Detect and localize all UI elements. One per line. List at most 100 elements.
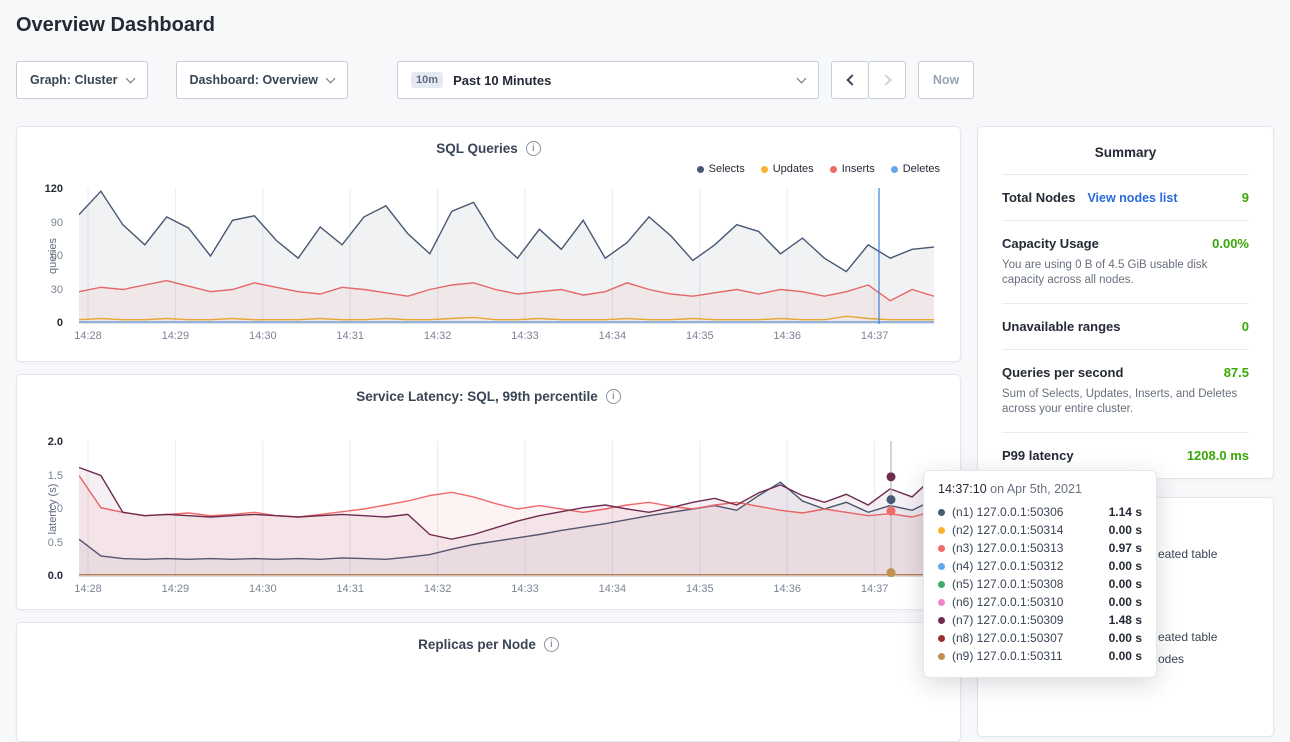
x-tick-label: 14:31 [320,330,380,342]
tooltip-row: (n7) 127.0.0.1:50309 1.48 s [938,611,1142,629]
y-axis-ticks: 0.00.51.01.52.0 [17,441,71,577]
p99-latency-value: 1208.0 ms [1187,448,1249,463]
y-tick-label: 0.0 [17,570,63,582]
time-range-badge: 10m [411,72,443,88]
dashboard-dropdown-label: Dashboard: Overview [190,73,319,87]
sql-queries-chart-panel: SQL Queries i Selects Updates Inserts Delet… [16,126,961,362]
y-tick-label: 2.0 [17,436,63,448]
node-color-dot [938,635,945,642]
chevron-right-icon [880,74,891,85]
node-latency-value: 0.00 s [1109,523,1142,537]
graph-dropdown[interactable]: Graph: Cluster [16,61,148,99]
node-latency-value: 0.00 s [1109,649,1142,663]
time-prev-button[interactable] [831,61,869,99]
legend-item-deletes: Deletes [891,163,940,175]
tooltip-row: (n3) 127.0.0.1:50313 0.97 s [938,539,1142,557]
qps-description: Sum of Selects, Updates, Inserts, and De… [1002,387,1249,417]
info-icon[interactable]: i [526,141,541,156]
chart-hover-tooltip: 14:37:10 on Apr 5th, 2021 (n1) 127.0.0.1… [923,470,1157,678]
node-color-dot [938,581,945,588]
tooltip-row: (n5) 127.0.0.1:50308 0.00 s [938,575,1142,593]
node-latency-value: 0.00 s [1109,577,1142,591]
page-title: Overview Dashboard [0,0,1290,37]
y-tick-label: 30 [17,284,63,296]
node-latency-value: 0.97 s [1109,541,1142,555]
x-tick-label: 14:30 [233,583,293,595]
graph-dropdown-label: Graph: Cluster [30,73,118,87]
x-tick-label: 14:34 [582,583,642,595]
node-latency-value: 1.14 s [1109,505,1142,519]
y-tick-label: 90 [17,217,63,229]
now-button[interactable]: Now [918,61,974,99]
chart-plot-area: queries 0306090120 14:2814:2914:3014:311… [17,188,960,358]
tooltip-time: 14:37:10 [938,482,987,496]
summary-row-capacity: Capacity Usage 0.00% You are using 0 B o… [1002,220,1249,303]
chart-title: Replicas per Node [418,637,536,652]
x-tick-label: 14:35 [670,330,730,342]
y-tick-label: 60 [17,250,63,262]
node-address-label: (n1) 127.0.0.1:50306 [952,505,1063,519]
node-color-dot [938,527,945,534]
tooltip-row: (n2) 127.0.0.1:503140.00 s [938,521,1142,539]
x-tick-label: 14:36 [757,583,817,595]
legend-label: Inserts [842,163,875,175]
y-tick-label: 120 [17,183,63,195]
capacity-description: You are using 0 B of 4.5 GiB usable disk… [1002,258,1249,288]
node-color-dot [938,509,945,516]
tooltip-date: on Apr 5th, 2021 [990,482,1082,496]
qps-value: 87.5 [1224,365,1249,380]
p99-latency-label: P99 latency [1002,448,1074,463]
y-tick-label: 0 [17,317,63,329]
chart-canvas[interactable] [79,188,934,324]
node-color-dot [938,563,945,570]
chevron-left-icon [846,74,857,85]
x-tick-label: 14:37 [845,583,905,595]
node-address-label: (n4) 127.0.0.1:50312 [952,559,1063,573]
chart-title: Service Latency: SQL, 99th percentile [356,389,598,404]
tooltip-rows: (n1) 127.0.0.1:50306 1.14 s (n2) 127.0.0.1… [938,503,1142,665]
x-axis-ticks: 14:2814:2914:3014:3114:3214:3314:3414:35… [79,330,934,344]
x-tick-label: 14:36 [757,330,817,342]
dashboard-dropdown[interactable]: Dashboard: Overview [176,61,349,99]
time-range-selector[interactable]: 10m Past 10 Minutes [397,61,819,99]
x-tick-label: 14:35 [670,583,730,595]
summary-row-total-nodes: Total Nodes View nodes list 9 [1002,174,1249,220]
tooltip-row: (n1) 127.0.0.1:50306 1.14 s [938,503,1142,521]
x-tick-label: 14:32 [408,330,468,342]
unavailable-ranges-value: 0 [1242,319,1249,334]
legend-item-selects: Selects [697,163,745,175]
x-tick-label: 14:28 [58,583,118,595]
node-address-label: (n5) 127.0.0.1:50308 [952,577,1063,591]
chevron-down-icon [326,73,336,83]
node-latency-value: 0.00 s [1109,595,1142,609]
info-icon[interactable]: i [544,637,559,652]
node-latency-value: 0.00 s [1109,559,1142,573]
legend-dot [761,166,768,173]
info-icon[interactable]: i [606,389,621,404]
replicas-per-node-chart-panel: Replicas per Node i [16,622,961,742]
node-address-label: (n7) 127.0.0.1:50309 [952,613,1063,627]
time-next-button [868,61,906,99]
node-address-label: (n3) 127.0.0.1:50313 [952,541,1063,555]
node-color-dot [938,617,945,624]
service-latency-chart-panel: Service Latency: SQL, 99th percentile i … [16,374,961,610]
x-tick-label: 14:37 [845,330,905,342]
legend-label: Updates [773,163,814,175]
x-tick-label: 14:33 [495,330,555,342]
x-tick-label: 14:31 [320,583,380,595]
legend-label: Deletes [903,163,940,175]
event-item-fragment: odes [1158,652,1184,666]
time-range-label: Past 10 Minutes [453,73,551,88]
tooltip-header: 14:37:10 on Apr 5th, 2021 [938,482,1142,496]
toolbar: Graph: Cluster Dashboard: Overview 10m P… [16,61,1274,99]
chart-title-row: SQL Queries i [17,127,960,156]
tooltip-row: (n8) 127.0.0.1:503070.00 s [938,629,1142,647]
view-nodes-list-link[interactable]: View nodes list [1087,191,1177,205]
node-color-dot [938,545,945,552]
chart-canvas[interactable] [79,441,934,577]
unavailable-ranges-label: Unavailable ranges [1002,319,1121,334]
node-latency-value: 0.00 s [1109,631,1142,645]
node-latency-value: 1.48 s [1109,613,1142,627]
node-color-dot [938,599,945,606]
x-tick-label: 14:29 [145,330,205,342]
